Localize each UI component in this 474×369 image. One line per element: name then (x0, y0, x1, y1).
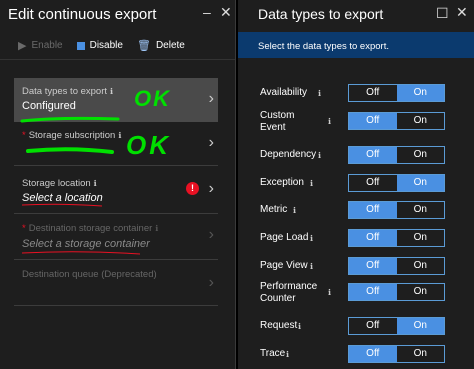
toggle-on-option[interactable]: On (396, 202, 444, 218)
close-icon[interactable]: ✕ (456, 4, 468, 21)
info-icon: ℹ (155, 224, 159, 233)
chevron-right-icon: › (208, 134, 214, 151)
maximize-icon[interactable]: ☐ (436, 5, 449, 22)
info-icon: ℹ (93, 179, 97, 188)
data-type-toggle[interactable]: Off On (348, 317, 445, 335)
toggle-off-option[interactable]: Off (349, 346, 397, 362)
toggle-on-option[interactable]: On (396, 346, 444, 362)
destination-queue-label: Destination queue (Deprecated) (22, 269, 157, 280)
toggle-off-option[interactable]: Off (349, 85, 397, 101)
destination-container-value: Select a storage container (22, 238, 150, 250)
toggle-on-option[interactable]: On (396, 147, 444, 163)
data-type-toggle[interactable]: Off On (348, 84, 445, 102)
data-type-toggle[interactable]: Off On (348, 283, 445, 301)
info-icon: ℹ (328, 288, 332, 297)
blade-title: Data types to export (258, 6, 384, 22)
info-icon: ℹ (328, 117, 332, 126)
data-type-label: Performance Counter (260, 281, 318, 304)
info-icon: ℹ (293, 206, 297, 215)
storage-subscription-field[interactable]: * Storage subscription ℹ › (14, 124, 218, 166)
data-type-toggle[interactable]: Off On (348, 201, 445, 219)
toggle-on-option[interactable]: On (396, 230, 444, 246)
edit-export-blade: Edit continuous export – ✕ ▶ Enable Disa… (0, 0, 236, 369)
data-type-label: Page View (260, 260, 308, 271)
toggle-off-option[interactable]: Off (349, 258, 397, 274)
annotation-ok-1: OK (134, 86, 171, 111)
toggle-on-option[interactable]: On (396, 175, 444, 191)
data-type-toggle[interactable]: Off On (348, 174, 445, 192)
chevron-right-icon: › (208, 226, 214, 243)
error-icon: ! (186, 182, 199, 195)
destination-queue-field: Destination queue (Deprecated) › (14, 262, 218, 306)
info-banner: Select the data types to export. (238, 32, 474, 58)
destination-container-field: * Destination storage container ℹ Select a… (14, 216, 218, 260)
data-type-toggle[interactable]: Off On (348, 257, 445, 275)
data-type-toggle[interactable]: Off On (348, 229, 445, 247)
info-icon: ℹ (310, 179, 314, 188)
storage-location-value: Select a location (22, 192, 103, 204)
destination-container-label: * Destination storage container ℹ (22, 223, 159, 234)
data-type-label: Page Load (260, 232, 309, 243)
blade-header: Data types to export ☐ ✕ (238, 0, 474, 32)
data-type-toggle[interactable]: Off On (348, 345, 445, 363)
toggle-off-option[interactable]: Off (349, 175, 397, 191)
data-type-label: Availability (260, 87, 308, 98)
info-icon: ℹ (118, 131, 122, 140)
toggle-off-option[interactable]: Off (349, 113, 397, 129)
chevron-right-icon: › (208, 180, 214, 197)
toggle-on-option[interactable]: On (396, 318, 444, 334)
annotation-ok-2: OK (126, 130, 171, 160)
data-type-label: Exception (260, 177, 304, 188)
toggle-off-option[interactable]: Off (349, 318, 397, 334)
data-type-toggle[interactable]: Off On (348, 112, 445, 130)
toggle-on-option[interactable]: On (396, 284, 444, 300)
toggle-on-option[interactable]: On (396, 258, 444, 274)
info-icon: ℹ (310, 234, 314, 243)
storage-location-field[interactable]: Storage location ℹ Select a location ! › (14, 168, 218, 214)
info-icon: ℹ (286, 350, 290, 359)
info-icon: ℹ (310, 262, 314, 271)
data-types-blade: Data types to export ☐ ✕ Select the data… (238, 0, 474, 369)
toggle-off-option[interactable]: Off (349, 230, 397, 246)
data-type-toggle[interactable]: Off On (348, 146, 445, 164)
data-type-label: Dependency (260, 149, 317, 160)
storage-subscription-label: * Storage subscription ℹ (22, 130, 122, 141)
data-type-label: Metric (260, 204, 288, 215)
toggle-off-option[interactable]: Off (349, 147, 397, 163)
info-icon: ℹ (318, 151, 322, 160)
data-type-label: Custom Event (260, 110, 295, 133)
data-type-label: Trace (260, 348, 286, 359)
info-icon: ℹ (298, 322, 302, 331)
toggle-on-option[interactable]: On (396, 113, 444, 129)
info-icon: ℹ (318, 89, 322, 98)
chevron-right-icon: › (208, 274, 214, 291)
storage-location-label: Storage location ℹ (22, 178, 97, 189)
toggle-off-option[interactable]: Off (349, 202, 397, 218)
toggle-off-option[interactable]: Off (349, 284, 397, 300)
toggle-on-option[interactable]: On (396, 85, 444, 101)
